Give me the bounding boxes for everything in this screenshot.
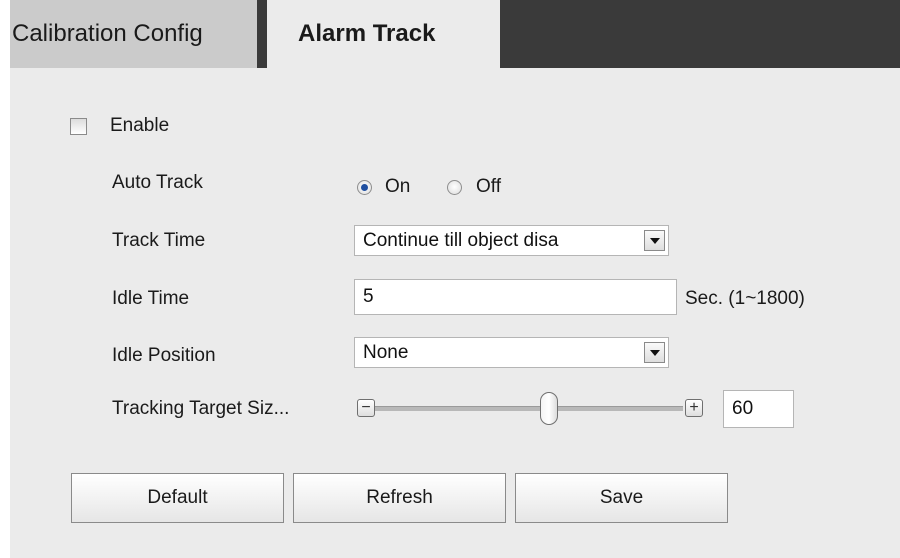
idle-time-unit: Sec. (1~1800) bbox=[685, 288, 805, 309]
tab-alarm-track[interactable]: Alarm Track bbox=[267, 0, 500, 68]
idle-time-label: Idle Time bbox=[112, 288, 190, 309]
idle-position-label: Idle Position bbox=[112, 345, 216, 366]
track-time-label: Track Time bbox=[112, 230, 206, 251]
minus-button[interactable]: − bbox=[357, 399, 375, 417]
radio-selected-dot bbox=[361, 184, 368, 191]
idle-position-select[interactable]: None bbox=[354, 337, 669, 368]
auto-track-off-label: Off bbox=[476, 176, 501, 197]
chevron-down-icon[interactable] bbox=[644, 342, 665, 363]
default-button[interactable]: Default bbox=[71, 473, 284, 523]
save-button[interactable]: Save bbox=[515, 473, 728, 523]
auto-track-label: Auto Track bbox=[112, 172, 203, 193]
refresh-button[interactable]: Refresh bbox=[293, 473, 506, 523]
enable-label: Enable bbox=[110, 115, 170, 136]
idle-position-value: None bbox=[363, 342, 409, 363]
tracking-target-size-label: Tracking Target Siz... bbox=[112, 398, 290, 419]
chevron-down-icon[interactable] bbox=[644, 230, 665, 251]
idle-time-input[interactable]: 5 bbox=[354, 279, 677, 315]
tracking-target-size-input[interactable]: 60 bbox=[723, 390, 794, 428]
auto-track-on-radio[interactable] bbox=[357, 180, 372, 195]
auto-track-off-radio[interactable] bbox=[447, 180, 462, 195]
tab-calibration-config[interactable]: Calibration Config bbox=[10, 0, 257, 68]
enable-checkbox[interactable] bbox=[70, 118, 87, 135]
track-time-value: Continue till object disa bbox=[363, 230, 559, 251]
slider-thumb[interactable] bbox=[540, 392, 558, 425]
tab-separator bbox=[257, 0, 267, 68]
track-time-select[interactable]: Continue till object disa bbox=[354, 225, 669, 256]
slider-track[interactable] bbox=[375, 406, 683, 411]
plus-button[interactable]: + bbox=[685, 399, 703, 417]
auto-track-on-label: On bbox=[385, 176, 411, 197]
